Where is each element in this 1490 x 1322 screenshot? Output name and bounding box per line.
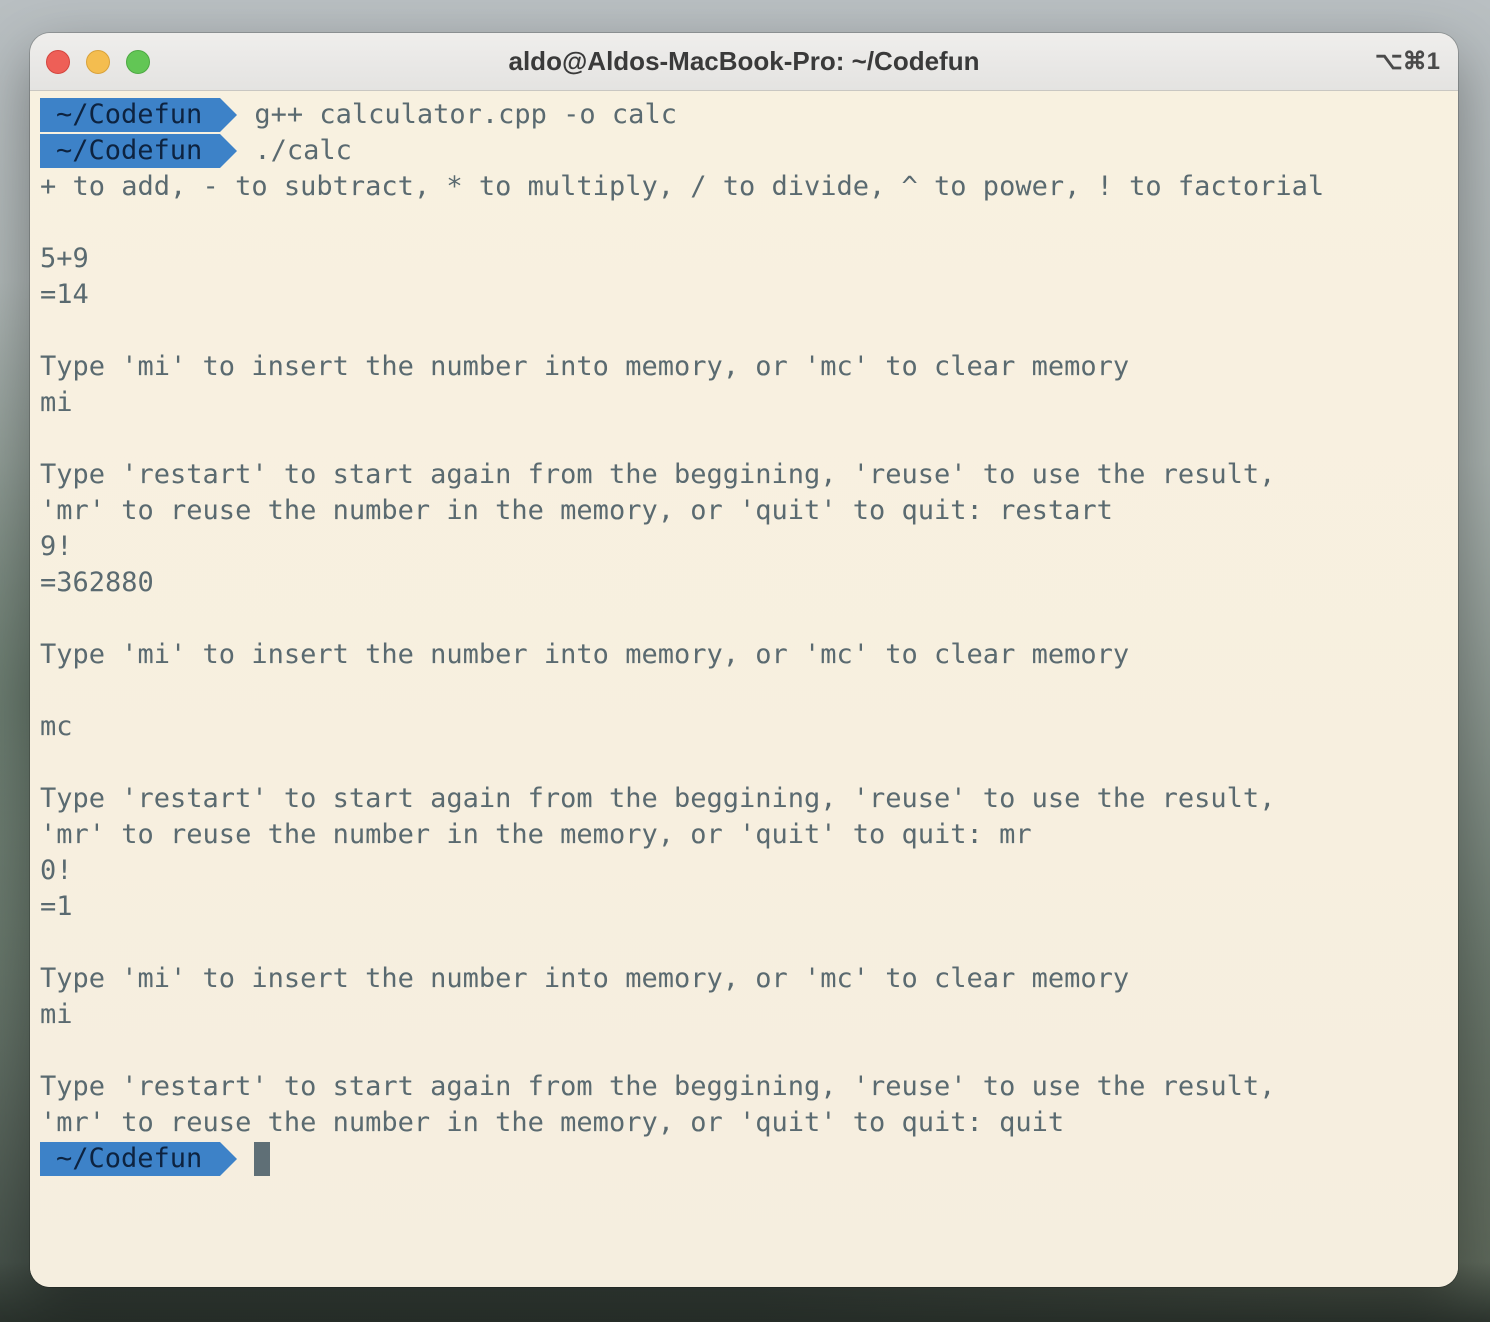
command-text: g++ calculator.cpp -o calc <box>254 99 677 130</box>
terminal-content[interactable]: ~/Codefun g++ calculator.cpp -o calc ~/Cod… <box>30 91 1458 1287</box>
output-line: =362880 <box>40 567 154 598</box>
output-line: mi <box>40 999 73 1030</box>
output-line: 'mr' to reuse the number in the memory, … <box>40 495 1113 526</box>
prompt-segment: ~/Codefun <box>40 98 238 132</box>
prompt-segment: ~/Codefun <box>40 1142 238 1176</box>
prompt-line: ~/Codefun ./calc <box>40 133 1324 169</box>
output-line: 5+9 <box>40 243 89 274</box>
output-line: =1 <box>40 891 73 922</box>
window-shortcut: ⌥⌘1 <box>1374 48 1440 75</box>
window-title: aldo@Aldos-MacBook-Pro: ~/Codefun <box>508 46 980 76</box>
output-line: Type 'restart' to start again from the b… <box>40 783 1276 814</box>
command-text: ./calc <box>254 135 352 166</box>
prompt-line: ~/Codefun g++ calculator.cpp -o calc <box>40 97 1324 133</box>
prompt-segment: ~/Codefun <box>40 134 238 168</box>
output-line: Type 'mi' to insert the number into memo… <box>40 963 1130 994</box>
output-line: 0! <box>40 855 73 886</box>
output-line: 9! <box>40 531 73 562</box>
output-line: 'mr' to reuse the number in the memory, … <box>40 1107 1065 1138</box>
output-line: Type 'mi' to insert the number into memo… <box>40 351 1130 382</box>
output-line: mi <box>40 387 73 418</box>
terminal-output: ~/Codefun g++ calculator.cpp -o calc ~/Cod… <box>40 97 1324 1177</box>
output-line: mc <box>40 711 73 742</box>
prompt-line-active: ~/Codefun <box>40 1141 1324 1177</box>
output-line: 'mr' to reuse the number in the memory, … <box>40 819 1032 850</box>
output-line: Type 'restart' to start again from the b… <box>40 1071 1276 1102</box>
text-cursor[interactable] <box>254 1142 271 1176</box>
output-line: Type 'restart' to start again from the b… <box>40 459 1276 490</box>
title-bar[interactable]: aldo@Aldos-MacBook-Pro: ~/Codefun ⌥⌘1 <box>30 33 1458 91</box>
terminal-window[interactable]: aldo@Aldos-MacBook-Pro: ~/Codefun ⌥⌘1 ~/… <box>30 33 1458 1287</box>
output-line: + to add, - to subtract, * to multiply, … <box>40 171 1325 202</box>
output-line: =14 <box>40 279 89 310</box>
output-line: Type 'mi' to insert the number into memo… <box>40 639 1130 670</box>
